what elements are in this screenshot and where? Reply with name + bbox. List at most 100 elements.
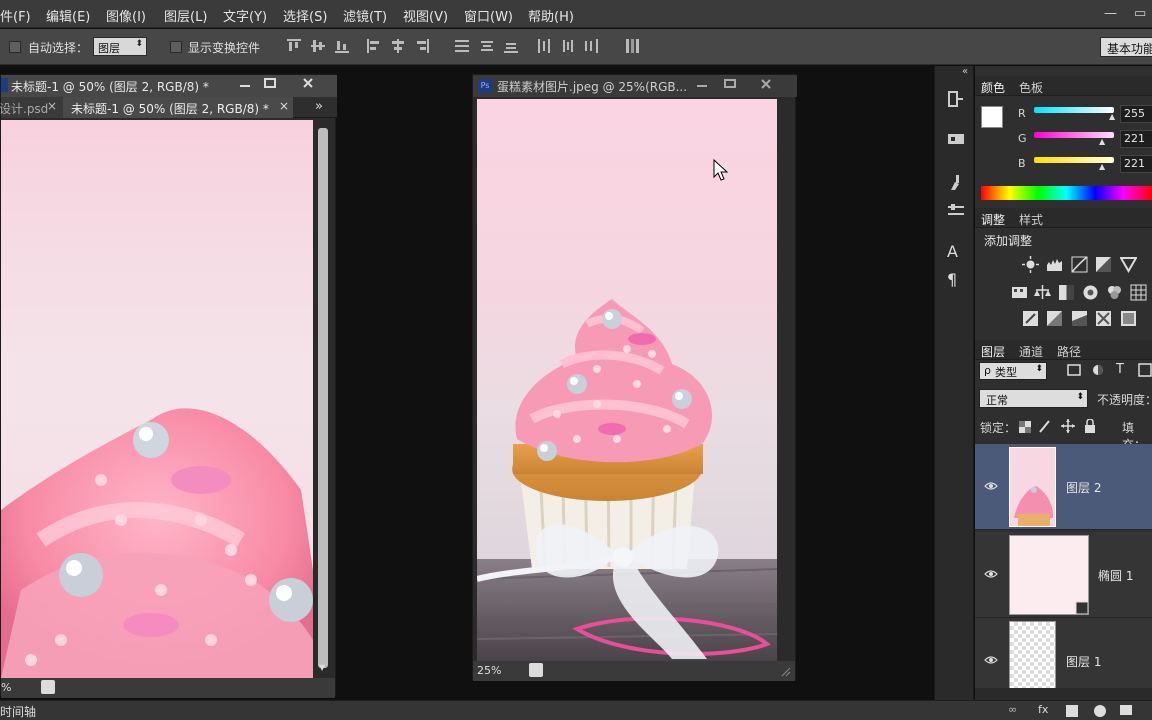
- vibrance-icon[interactable]: [1119, 256, 1138, 274]
- maximize-icon[interactable]: [723, 77, 737, 91]
- distribute-bottom-icon[interactable]: [504, 39, 518, 53]
- brightness-icon[interactable]: [1022, 256, 1039, 273]
- align-top-icon[interactable]: [287, 39, 301, 53]
- r-slider[interactable]: [1034, 107, 1114, 113]
- left-doc-scrollbar[interactable]: ▼: [314, 120, 334, 678]
- color-lookup-icon[interactable]: [1130, 284, 1147, 301]
- doc-info-icon[interactable]: [41, 680, 55, 694]
- menu-help[interactable]: 帮助(H): [528, 6, 574, 25]
- filter-type-icon[interactable]: T: [1116, 362, 1130, 377]
- distribute-top-icon[interactable]: [455, 39, 469, 53]
- posterize-icon[interactable]: [1046, 310, 1063, 327]
- scroll-thumb[interactable]: [318, 128, 328, 668]
- align-bottom-icon[interactable]: [335, 39, 349, 53]
- layer-style-fx-icon[interactable]: fx: [1038, 703, 1048, 716]
- lock-position-icon[interactable]: [1061, 419, 1075, 433]
- gradient-map-icon[interactable]: [1120, 310, 1137, 327]
- scroll-down-icon[interactable]: ▼: [319, 663, 325, 672]
- b-value[interactable]: 221: [1120, 155, 1152, 173]
- align-left-icon[interactable]: [367, 39, 381, 53]
- hue-saturation-icon[interactable]: [1011, 284, 1028, 301]
- menu-type[interactable]: 文字(Y): [223, 6, 267, 25]
- tab-untitled-1[interactable]: 未标题-1 @ 50% (图层 2, RGB/8) * ×: [63, 97, 293, 118]
- color-spectrum-bar[interactable]: [981, 186, 1152, 200]
- layer-name[interactable]: 椭圆 1: [1098, 567, 1133, 584]
- lock-all-icon[interactable]: [1083, 418, 1097, 433]
- minimize-icon[interactable]: [695, 77, 709, 91]
- align-right-icon[interactable]: [415, 39, 429, 53]
- add-mask-icon[interactable]: [1066, 705, 1078, 717]
- history-icon[interactable]: [947, 90, 965, 108]
- layer-name[interactable]: 图层 1: [1066, 653, 1101, 670]
- distribute-right-icon[interactable]: [585, 39, 599, 53]
- restore-button[interactable]: ▭: [1134, 6, 1146, 21]
- threshold-icon[interactable]: [1071, 310, 1088, 327]
- center-doc-zoom[interactable]: 25%: [477, 664, 501, 677]
- visibility-eye-icon[interactable]: [984, 480, 998, 490]
- auto-select-target-dropdown[interactable]: 图层 ⬍: [93, 37, 147, 56]
- r-value[interactable]: 255: [1120, 105, 1152, 123]
- layer-row[interactable]: 椭圆 1: [975, 532, 1152, 618]
- brush-icon[interactable]: [947, 174, 965, 192]
- maximize-icon[interactable]: [263, 76, 277, 90]
- auto-align-icon[interactable]: [625, 39, 639, 53]
- g-slider-thumb-icon[interactable]: ▲: [1099, 137, 1105, 146]
- new-group-icon[interactable]: [1120, 705, 1132, 715]
- levels-icon[interactable]: [1046, 256, 1063, 273]
- tab-close-icon[interactable]: ×: [47, 99, 57, 113]
- lock-image-brush-icon[interactable]: [1038, 419, 1052, 433]
- align-hcenter-icon[interactable]: [391, 39, 405, 53]
- tab-design-psd[interactable]: 设计.psd ×: [0, 97, 63, 118]
- layer-row-selected[interactable]: 图层 2: [975, 444, 1152, 530]
- tab-adjustments[interactable]: 调整: [981, 211, 1005, 228]
- exposure-icon[interactable]: [1095, 256, 1112, 273]
- visibility-eye-icon[interactable]: [984, 568, 998, 578]
- menu-image[interactable]: 图像(I): [106, 6, 146, 25]
- menu-filter[interactable]: 滤镜(T): [343, 6, 387, 25]
- brush-presets-icon[interactable]: [947, 202, 965, 220]
- filter-shape-icon[interactable]: [1138, 363, 1152, 377]
- tab-paths[interactable]: 路径: [1057, 343, 1081, 360]
- workspace-switcher-button[interactable]: 基本功能: [1100, 37, 1152, 57]
- filter-pixel-icon[interactable]: [1067, 363, 1081, 377]
- minimize-button[interactable]: —: [1104, 6, 1117, 21]
- g-value[interactable]: 221: [1120, 130, 1152, 148]
- timeline-label[interactable]: 时间轴: [0, 703, 36, 720]
- channel-mixer-icon[interactable]: [1106, 284, 1123, 301]
- tab-swatches[interactable]: 色板: [1019, 79, 1043, 96]
- close-icon[interactable]: [759, 77, 773, 91]
- tab-color[interactable]: 颜色: [981, 79, 1005, 96]
- character-icon[interactable]: A: [947, 242, 965, 261]
- center-doc-titlebar[interactable]: Ps 蛋糕素材图片.jpeg @ 25%(RGB...: [473, 75, 797, 97]
- color-balance-icon[interactable]: [1034, 284, 1051, 301]
- center-doc-canvas[interactable]: [477, 99, 777, 661]
- collapse-panels-icon[interactable]: «: [962, 66, 968, 77]
- lock-transparent-icon[interactable]: [1019, 421, 1031, 433]
- menu-window[interactable]: 窗口(W): [464, 6, 513, 25]
- menu-edit[interactable]: 编辑(E): [46, 6, 90, 25]
- menu-view[interactable]: 视图(V): [403, 6, 448, 25]
- r-slider-thumb-icon[interactable]: ▲: [1109, 112, 1115, 121]
- left-doc-canvas[interactable]: [1, 120, 313, 678]
- distribute-hcenter-icon[interactable]: [561, 39, 575, 53]
- visibility-eye-icon[interactable]: [984, 654, 998, 664]
- resize-grip-icon[interactable]: [779, 665, 791, 677]
- invert-icon[interactable]: [1022, 310, 1039, 327]
- left-doc-zoom[interactable]: %: [1, 681, 11, 694]
- filter-adjustment-icon[interactable]: [1091, 363, 1105, 377]
- foreground-color-swatch[interactable]: [981, 106, 1003, 128]
- new-adjustment-layer-icon[interactable]: [1094, 705, 1106, 717]
- tab-styles[interactable]: 样式: [1019, 211, 1043, 228]
- distribute-left-icon[interactable]: [537, 39, 551, 53]
- photo-filter-icon[interactable]: [1082, 284, 1099, 301]
- layer-name[interactable]: 图层 2: [1066, 479, 1101, 496]
- doc-info-icon[interactable]: [529, 663, 543, 677]
- show-transform-checkbox[interactable]: [170, 41, 182, 53]
- minimize-icon[interactable]: [238, 76, 252, 90]
- properties-icon[interactable]: [947, 130, 965, 148]
- menu-select[interactable]: 选择(S): [283, 6, 327, 25]
- tab-close-icon[interactable]: ×: [279, 99, 289, 113]
- close-icon[interactable]: [301, 76, 315, 90]
- tab-layers[interactable]: 图层: [981, 343, 1005, 360]
- left-doc-titlebar[interactable]: 未标题-1 @ 50% (图层 2, RGB/8) *: [1, 75, 337, 97]
